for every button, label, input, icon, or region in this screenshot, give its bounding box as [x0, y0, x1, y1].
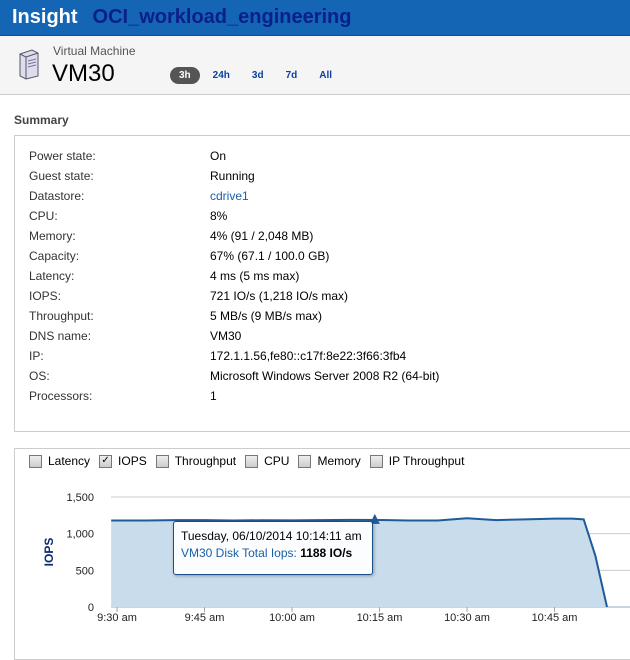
x-tick-label: 9:30 am [97, 612, 137, 624]
summary-label: DNS name: [29, 329, 92, 343]
summary-label: Throughput: [29, 309, 94, 323]
summary-label: OS: [29, 369, 50, 383]
summary-label: CPU: [29, 209, 58, 223]
tooltip-date: Tuesday, 06/10/2014 10:14:11 am [181, 529, 362, 543]
summary-label: IOPS: [29, 289, 62, 303]
x-tick-label: 10:15 am [357, 612, 403, 624]
summary-value: Microsoft Windows Server 2008 R2 (64-bit… [210, 369, 440, 383]
summary-label: IP: [29, 349, 44, 363]
summary-value: 5 MB/s (9 MB/s max) [210, 309, 323, 323]
summary-panel: Power state: On Guest state: Running Datasto… [14, 135, 630, 432]
summary-value: 721 IO/s (1,218 IO/s max) [210, 289, 349, 303]
summary-title: Summary [14, 113, 69, 127]
summary-value: 8% [210, 209, 228, 223]
chart-tooltip: Tuesday, 06/10/2014 10:14:11 am VM30 Dis… [173, 521, 373, 575]
vm-type-label: Virtual Machine [53, 44, 136, 58]
brand-logo[interactable]: Insight [12, 6, 78, 29]
summary-value: VM30 [210, 329, 242, 343]
tooltip-value: 1188 IO/s [300, 546, 353, 560]
summary-value: Running [210, 169, 255, 183]
summary-value: 4 ms (5 ms max) [210, 269, 300, 283]
x-tick-label: 10:45 am [532, 612, 578, 624]
x-tick-label: 10:30 am [444, 612, 490, 624]
time-range-selector: 3h 24h 3d 7d All [170, 67, 341, 84]
chart-panel: Latency ✓ IOPS Throughput CPU Memory IP Throug… [14, 448, 630, 660]
summary-label: Guest state: [29, 169, 94, 183]
range-3h[interactable]: 3h [170, 67, 200, 84]
summary-value: 4% (91 / 2,048 MB) [210, 229, 314, 243]
vm-header: Virtual Machine VM30 3h 24h 3d 7d All [0, 36, 630, 95]
summary-value: On [210, 149, 227, 163]
tooltip-series: VM30 Disk Total Iops [181, 546, 294, 560]
x-tick-label: 10:00 am [269, 612, 315, 624]
x-tick-label: 9:45 am [185, 612, 225, 624]
summary-label: Memory: [29, 229, 76, 243]
range-7d[interactable]: 7d [277, 67, 307, 84]
y-axis-label: IOPS [42, 538, 56, 567]
range-all[interactable]: All [310, 67, 341, 84]
summary-value: 67% (67.1 / 100.0 GB) [210, 249, 330, 263]
y-tick-label: 500 [76, 565, 94, 577]
summary-label: Datastore: [29, 189, 85, 203]
summary-value[interactable]: cdrive1 [210, 186, 249, 206]
virtual-machine-icon [19, 49, 39, 80]
summary-label: Power state: [29, 149, 96, 163]
tooltip-separator: : [293, 546, 297, 560]
top-bar: Insight OCI_workload_engineering [0, 0, 630, 36]
tenant-name: OCI_workload_engineering [92, 6, 352, 28]
summary-value: 1 [210, 389, 217, 403]
y-tick-label: 0 [88, 602, 94, 614]
y-tick-label: 1,000 [66, 529, 94, 541]
vm-name: VM30 [52, 60, 115, 87]
range-3d[interactable]: 3d [243, 67, 273, 84]
range-24h[interactable]: 24h [204, 67, 239, 84]
y-tick-label: 1,500 [66, 492, 94, 504]
summary-label: Capacity: [29, 249, 80, 263]
summary-value: 172.1.1.56,fe80::c17f:8e22:3f66:3fb4 [210, 349, 407, 363]
summary-label: Processors: [29, 389, 93, 403]
summary-label: Latency: [29, 269, 75, 283]
